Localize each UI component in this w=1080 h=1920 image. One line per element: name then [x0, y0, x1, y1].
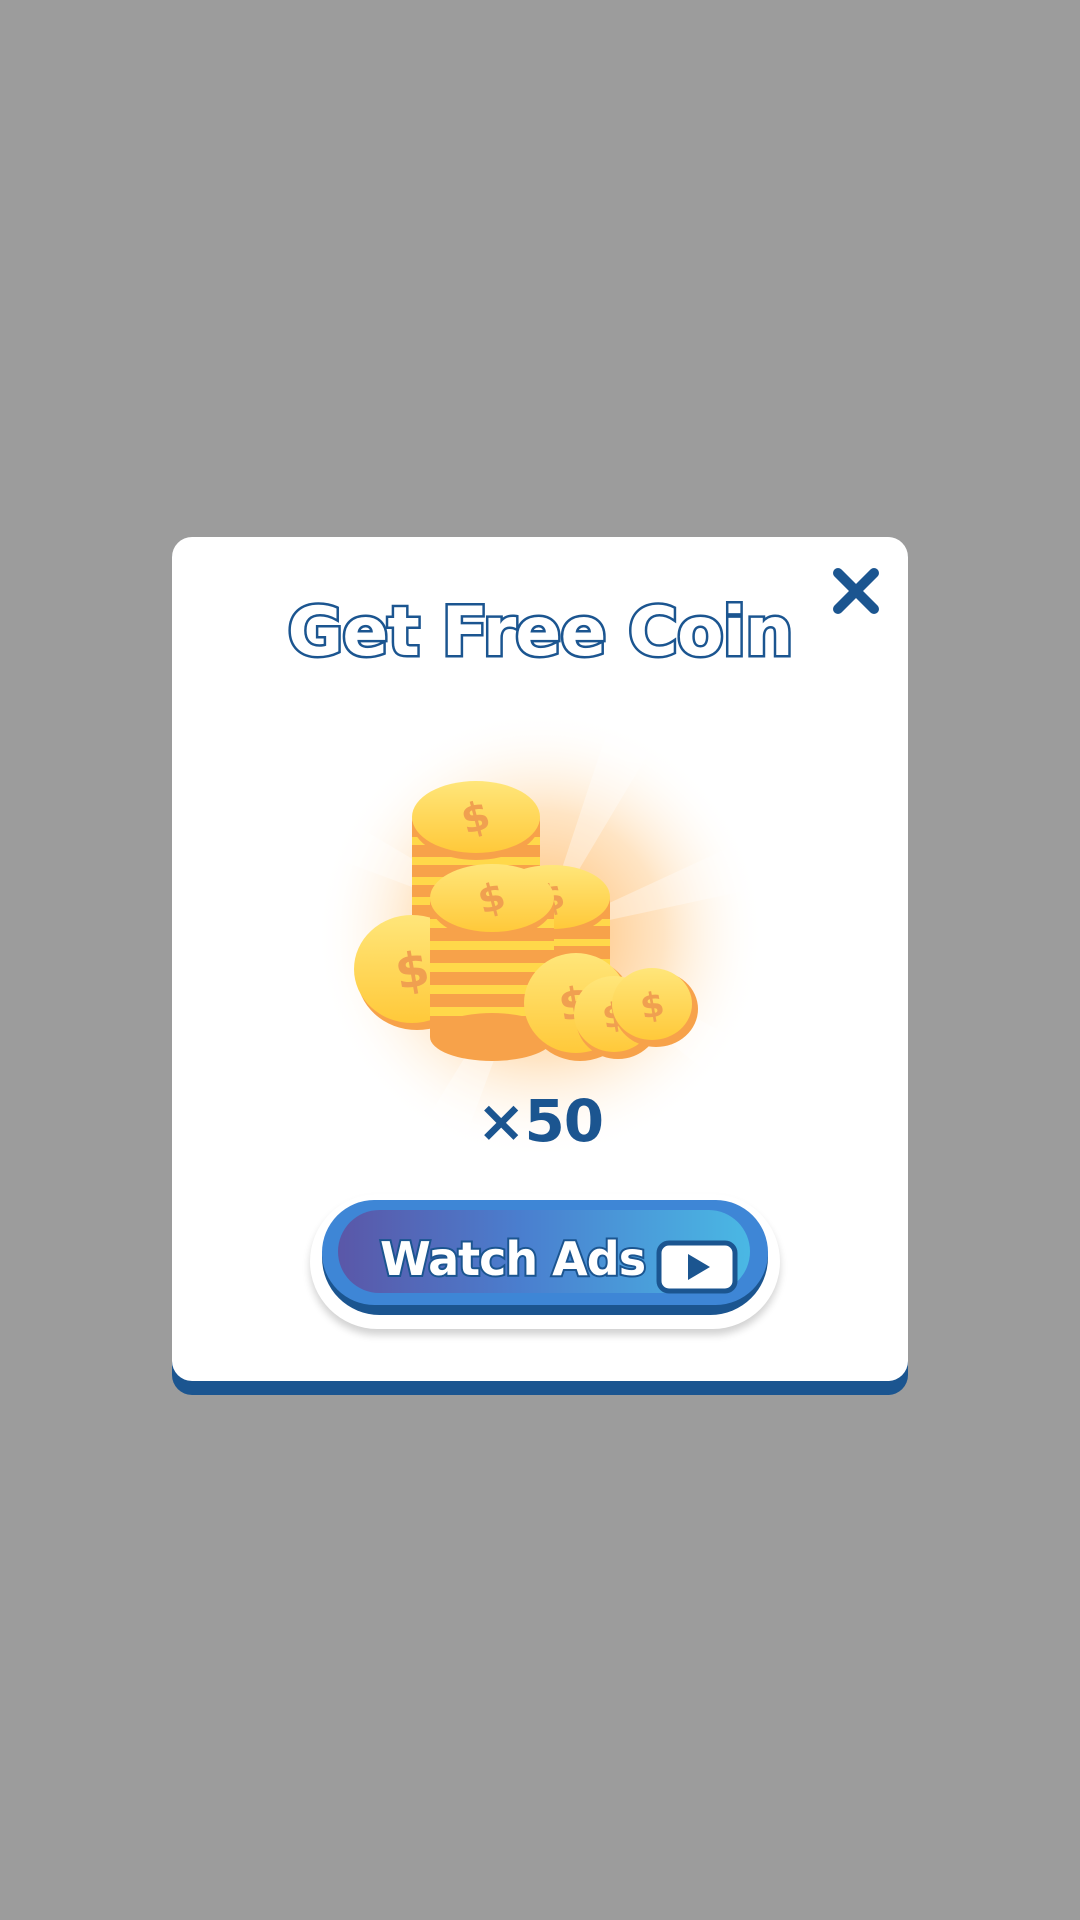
free-coin-dialog: Get Free Coin $ $ $ $ $ ×50 Watch Ads [172, 537, 908, 1381]
watch-ads-button-border: Watch Ads [322, 1200, 768, 1315]
dialog-title: Get Free Coin [285, 591, 796, 675]
play-icon [656, 1240, 738, 1294]
watch-ads-button-face: Watch Ads [322, 1200, 768, 1305]
watch-ads-button[interactable]: Watch Ads [310, 1194, 780, 1329]
watch-ads-label: Watch Ads [378, 1230, 648, 1288]
reward-amount: ×50 [476, 1087, 604, 1155]
watch-ads-button-inner: Watch Ads [338, 1210, 750, 1294]
